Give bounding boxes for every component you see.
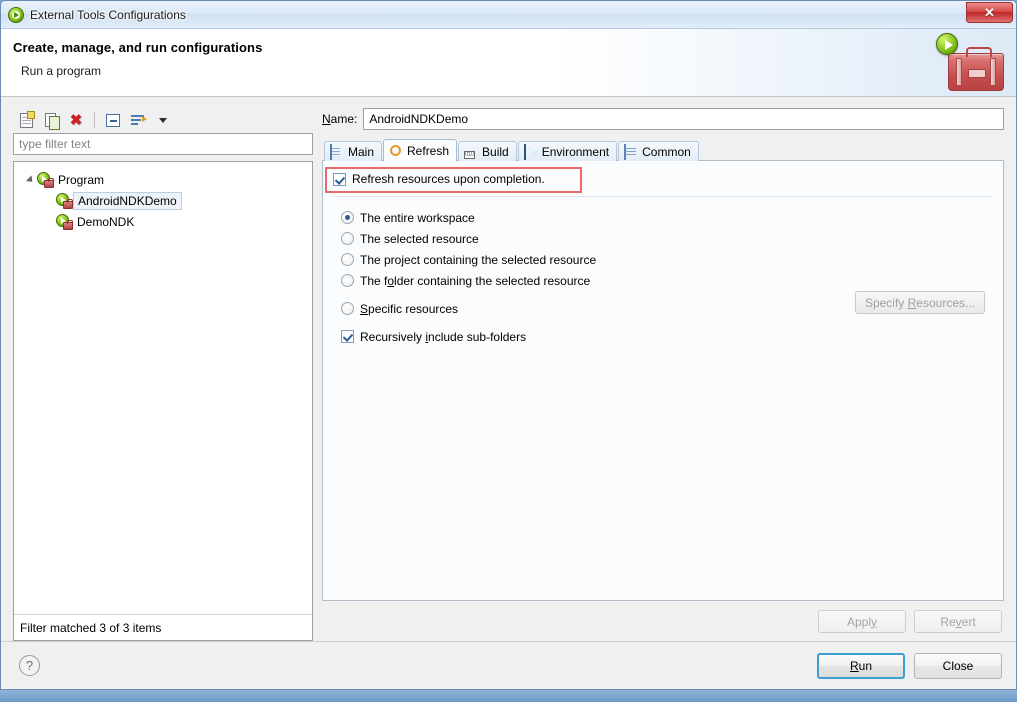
run-button[interactable]: Run	[817, 652, 905, 679]
radio-label: The selected resource	[360, 231, 479, 246]
new-configuration-icon[interactable]	[15, 109, 37, 131]
tree-toolbar: ✖	[13, 107, 313, 133]
apply-revert-row: Apply Revert	[322, 601, 1004, 641]
toolbox-with-run-badge-icon	[934, 33, 1006, 93]
revert-label: Revert	[940, 614, 976, 629]
radio-folder-containing[interactable]: The folder containing the selected resou…	[333, 270, 590, 291]
run-green-icon	[8, 6, 24, 23]
window-title: External Tools Configurations	[30, 7, 186, 22]
title-bar: External Tools Configurations ✕	[1, 1, 1016, 29]
name-input[interactable]: AndroidNDKDemo	[363, 108, 1004, 130]
apply-label: Apply	[846, 614, 878, 629]
name-row: Name: AndroidNDKDemo	[322, 107, 1004, 131]
recursive-sub-folders-row[interactable]: Recursively include sub-folders	[333, 326, 526, 347]
close-label: Close	[942, 658, 974, 673]
page-title: Create, manage, and run configurations	[13, 40, 263, 55]
expand-arrow-icon[interactable]	[24, 174, 37, 185]
tree-item-androidndkdemo[interactable]: AndroidNDKDemo	[14, 190, 312, 211]
collapse-all-icon[interactable]	[102, 109, 124, 131]
dialog-body: ✖ type filter text Program AndroidNDKDem…	[1, 97, 1016, 641]
radio-entire-workspace-button[interactable]	[341, 211, 354, 224]
radio-label: The entire workspace	[360, 210, 475, 225]
refresh-tab-content: Refresh resources upon completion. The e…	[322, 160, 1004, 601]
radio-selected-resource-button[interactable]	[341, 232, 354, 245]
refresh-tab-icon	[387, 142, 404, 158]
filter-input[interactable]: type filter text	[13, 133, 313, 155]
radio-label: Specific resources	[360, 301, 459, 316]
tree-item-demondk[interactable]: DemoNDK	[14, 211, 312, 232]
tree-items: Program AndroidNDKDemo DemoNDK	[14, 162, 312, 614]
revert-button[interactable]: Revert	[914, 610, 1002, 633]
page-subtitle: Run a program	[21, 64, 102, 78]
tab-main[interactable]: Main	[324, 141, 383, 161]
radio-folder-containing-button[interactable]	[341, 274, 354, 287]
dialog-header: Create, manage, and run configurations R…	[1, 29, 1016, 97]
footer-actions: Run Close	[817, 652, 1002, 679]
external-tools-configurations-dialog: External Tools Configurations ✕ Create, …	[0, 0, 1017, 690]
tab-refresh[interactable]: Refresh	[383, 139, 458, 161]
tree-item-label: AndroidNDKDemo	[73, 191, 182, 210]
tab-label: Environment	[541, 144, 610, 159]
radio-entire-workspace[interactable]: The entire workspace	[333, 207, 475, 228]
tab-bar: Main Refresh 010 Build Environment Commo…	[322, 139, 1004, 161]
main-tab-icon	[330, 143, 344, 160]
filter-status-text: Filter matched 3 of 3 items	[14, 614, 312, 640]
chevron-down-icon[interactable]	[152, 109, 174, 131]
tab-label: Main	[348, 144, 375, 159]
filter-placeholder: type filter text	[19, 137, 91, 151]
tab-label: Build	[482, 144, 509, 159]
radio-project-containing[interactable]: The project containing the selected reso…	[333, 249, 596, 270]
program-type-icon	[37, 171, 54, 188]
run-label: Run	[849, 658, 873, 673]
program-type-icon	[56, 213, 73, 230]
radio-selected-resource[interactable]: The selected resource	[333, 228, 479, 249]
tree-item-label: DemoNDK	[77, 214, 135, 229]
configuration-editor-panel: Name: AndroidNDKDemo Main Refresh 010 Bu…	[322, 107, 1004, 641]
configurations-panel: ✖ type filter text Program AndroidNDKDem…	[13, 107, 313, 641]
name-label-rest: ame:	[330, 112, 358, 126]
radio-label: The project containing the selected reso…	[360, 252, 597, 267]
toolbar-divider	[94, 112, 95, 128]
environment-tab-icon	[523, 143, 538, 160]
filter-icon[interactable]	[127, 109, 149, 131]
tab-common[interactable]: Common	[618, 141, 699, 161]
tree-item-label: Program	[58, 172, 105, 187]
name-value: AndroidNDKDemo	[369, 112, 469, 126]
program-type-icon	[56, 192, 73, 209]
specify-resources-label: Specify Resources...	[864, 295, 975, 310]
close-button[interactable]: Close	[914, 652, 1002, 679]
refresh-on-completion-checkbox[interactable]	[333, 172, 346, 186]
common-tab-icon	[624, 143, 638, 160]
refresh-on-completion-row[interactable]: Refresh resources upon completion.	[333, 170, 545, 188]
close-icon: ✕	[984, 5, 995, 20]
tab-label: Common	[642, 144, 691, 159]
configurations-tree[interactable]: Program AndroidNDKDemo DemoNDK Filter ma…	[13, 161, 313, 641]
recursive-sub-folders-checkbox[interactable]	[341, 330, 354, 343]
name-mnemonic: N	[322, 112, 331, 126]
desktop-background	[0, 690, 1017, 702]
radio-label: The folder containing the selected resou…	[360, 273, 591, 288]
duplicate-configuration-icon[interactable]	[40, 109, 62, 131]
refresh-on-completion-label: Refresh resources upon completion.	[352, 172, 545, 186]
dialog-footer: ? Run Close	[1, 641, 1016, 689]
help-icon: ?	[25, 658, 34, 673]
tab-build[interactable]: 010 Build	[458, 141, 517, 161]
build-tab-icon: 010	[464, 150, 475, 159]
close-window-button[interactable]: ✕	[966, 2, 1013, 23]
radio-specific-resources-button[interactable]	[341, 302, 354, 315]
specify-resources-button[interactable]: Specify Resources...	[854, 291, 985, 314]
refresh-scope-group: The entire workspace The selected resour…	[333, 196, 993, 347]
name-label: Name:	[322, 112, 357, 126]
apply-button[interactable]: Apply	[818, 610, 906, 633]
delete-configuration-icon[interactable]: ✖	[65, 109, 87, 131]
recursive-sub-folders-label: Recursively include sub-folders	[360, 329, 527, 344]
radio-project-containing-button[interactable]	[341, 253, 354, 266]
tab-environment[interactable]: Environment	[517, 141, 618, 161]
tab-label: Refresh	[407, 143, 450, 158]
tree-item-program[interactable]: Program	[14, 169, 312, 190]
help-button[interactable]: ?	[19, 655, 40, 676]
radio-specific-resources[interactable]: Specific resources	[333, 298, 458, 319]
